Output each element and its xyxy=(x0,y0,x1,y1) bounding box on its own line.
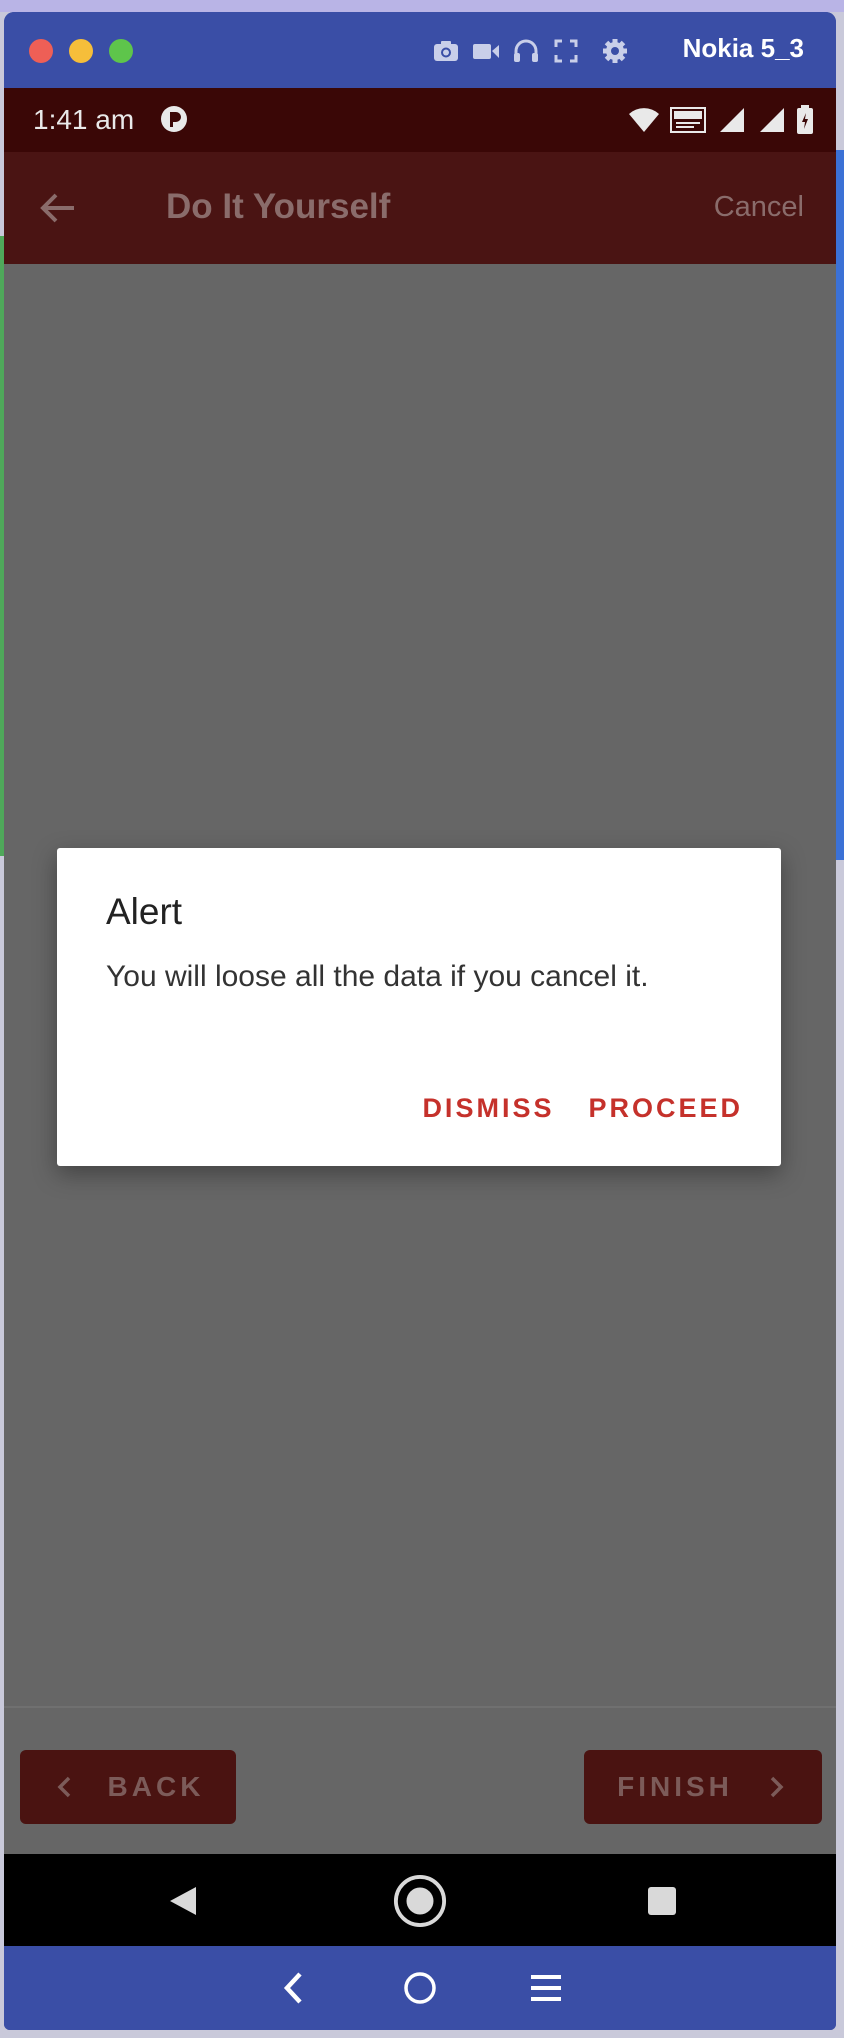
circle-icon[interactable] xyxy=(400,1968,440,2008)
recents-square-icon[interactable] xyxy=(635,1874,689,1928)
signal-icon xyxy=(720,108,744,132)
proceed-button[interactable]: PROCEED xyxy=(588,1093,743,1124)
video-icon[interactable] xyxy=(471,36,501,66)
back-triangle-icon[interactable] xyxy=(156,1874,210,1928)
wifi-icon xyxy=(629,108,659,132)
android-nav-bar xyxy=(4,1854,836,1946)
headphones-icon[interactable] xyxy=(511,36,541,66)
volte-icon xyxy=(670,107,706,133)
chevron-right-icon xyxy=(770,1776,784,1798)
status-time: 1:41 am xyxy=(33,104,135,135)
emulator-titlebar: Nokia 5_3 xyxy=(4,12,836,88)
dialog-actions: DISMISS PROCEED xyxy=(422,1093,743,1124)
signal-icon-2 xyxy=(760,108,784,132)
host-top-strip xyxy=(0,0,844,12)
maximize-window-button[interactable] xyxy=(109,39,133,63)
arrow-left-icon[interactable] xyxy=(38,188,78,228)
app-bar: Do It Yourself Cancel xyxy=(4,152,836,264)
battery-icon xyxy=(797,105,813,134)
dialog-title: Alert xyxy=(106,891,183,932)
bottom-divider xyxy=(4,1706,836,1708)
status-bar: 1:41 am xyxy=(4,88,836,152)
page-title: Do It Yourself xyxy=(166,187,391,226)
phone-screen: 1:41 am Do It Yourself Cancel BACK FINIS… xyxy=(4,88,836,1946)
home-circle-icon[interactable] xyxy=(393,1874,447,1928)
gear-icon[interactable] xyxy=(600,36,630,66)
finish-button-label: FINISH xyxy=(617,1771,733,1802)
chevron-left-icon[interactable] xyxy=(274,1968,314,2008)
menu-icon[interactable] xyxy=(526,1968,566,2008)
app-notification-icon xyxy=(159,104,189,134)
finish-button[interactable]: FINISH xyxy=(584,1750,822,1824)
close-window-button[interactable] xyxy=(29,39,53,63)
back-button[interactable]: BACK xyxy=(20,1750,236,1824)
chevron-left-icon xyxy=(57,1776,70,1798)
alert-dialog: Alert You will loose all the data if you… xyxy=(57,848,781,1166)
back-button-label: BACK xyxy=(107,1771,205,1802)
emulator-window: Nokia 5_3 1:41 am Do It Yourself Cancel xyxy=(4,12,836,2030)
camera-icon[interactable] xyxy=(431,36,461,66)
minimize-window-button[interactable] xyxy=(69,39,93,63)
background-edge-right xyxy=(836,150,844,860)
dismiss-button[interactable]: DISMISS xyxy=(422,1093,554,1124)
fullscreen-icon[interactable] xyxy=(551,36,581,66)
simulator-toolbar xyxy=(4,1946,836,2030)
cancel-button[interactable]: Cancel xyxy=(714,191,804,224)
status-icons xyxy=(628,104,814,136)
device-name: Nokia 5_3 xyxy=(682,33,804,63)
dialog-message: You will loose all the data if you cance… xyxy=(106,960,649,993)
